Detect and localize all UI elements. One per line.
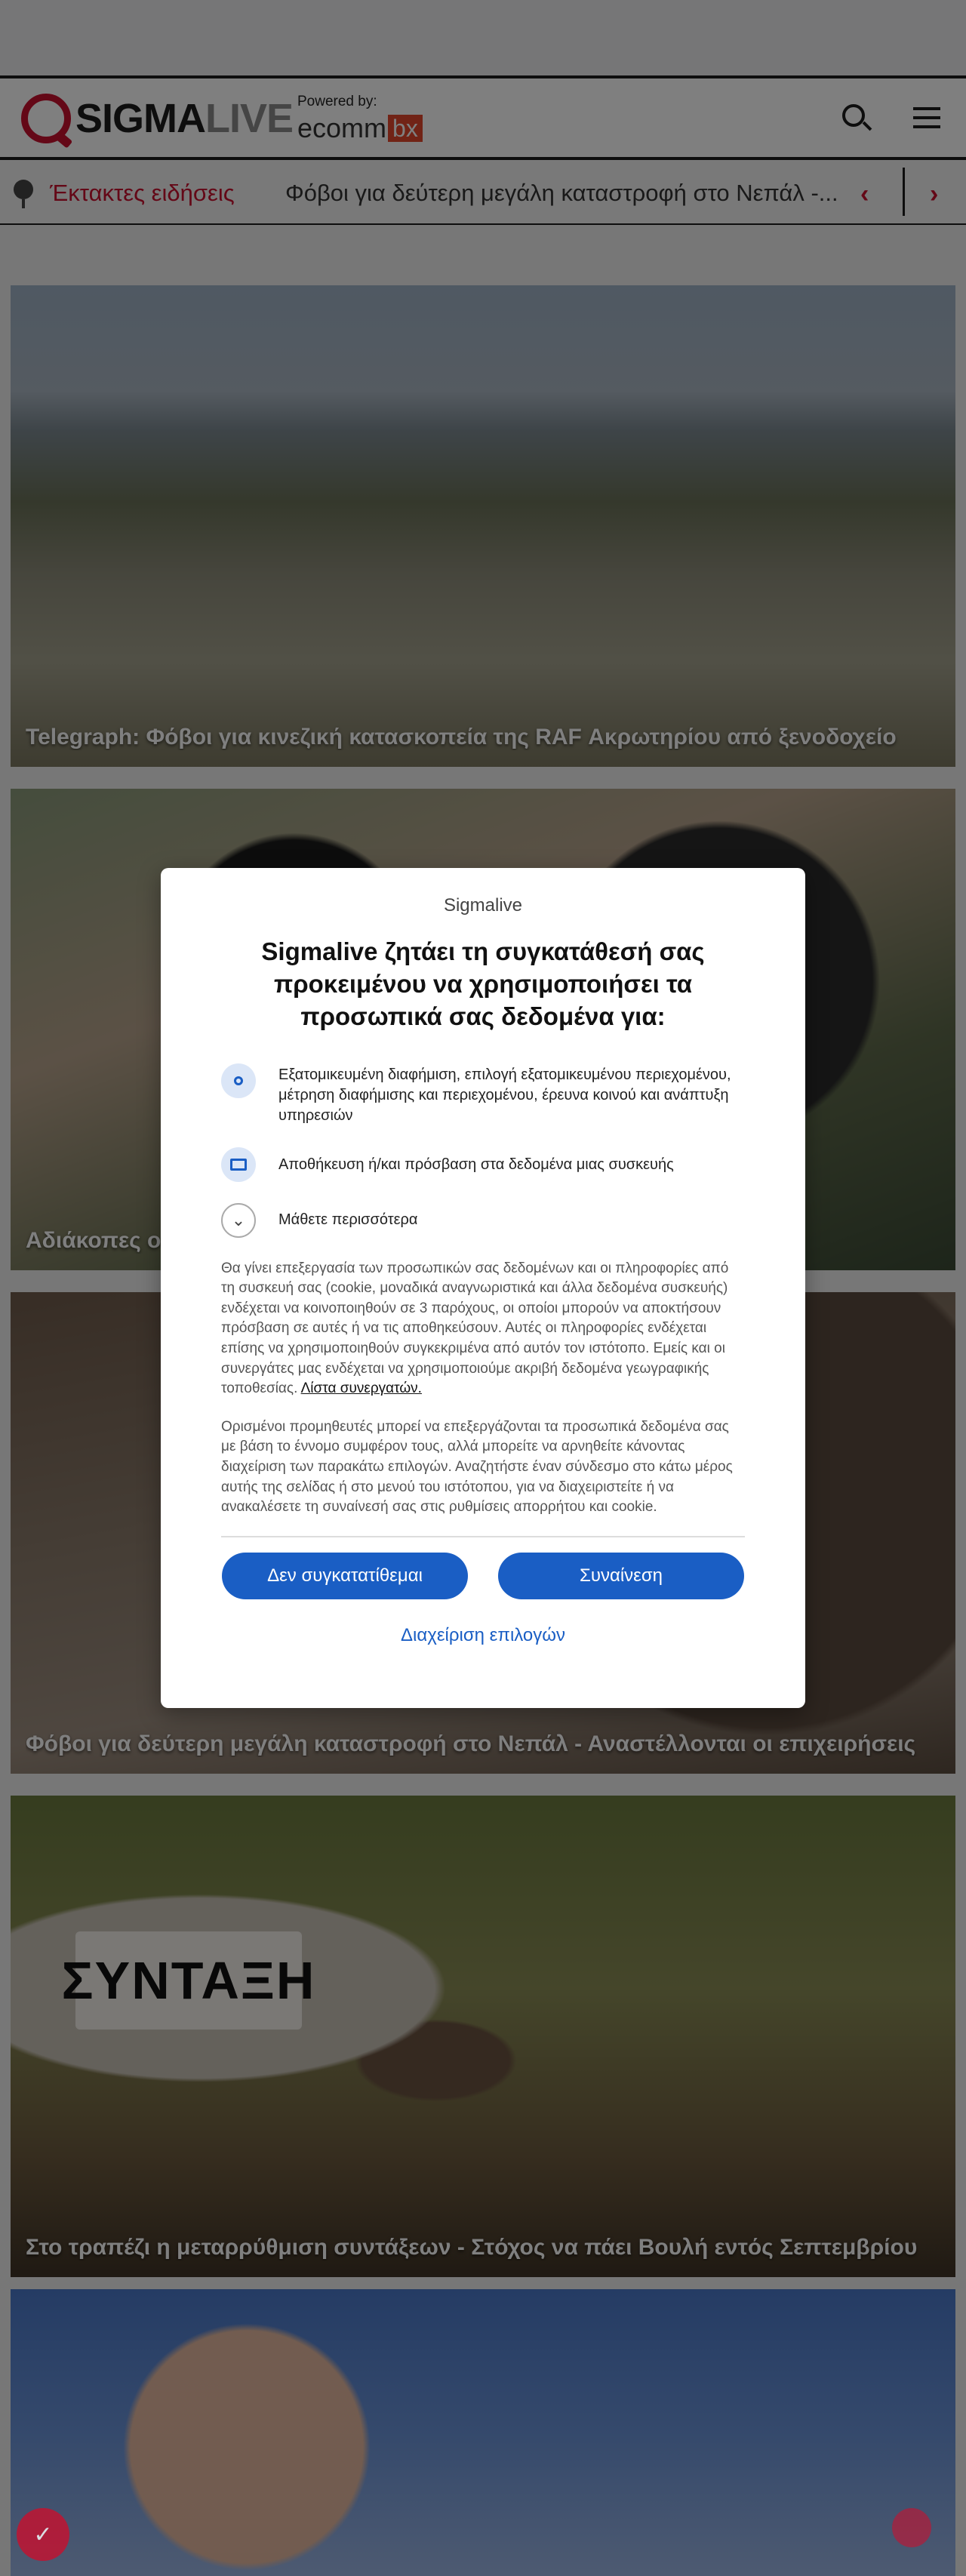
accept-button[interactable]: Συναίνεση: [498, 1552, 744, 1599]
learn-more-label[interactable]: Μάθετε περισσότερα: [278, 1211, 417, 1229]
cookie-settings-icon[interactable]: ✓: [17, 2508, 69, 2561]
manage-options-link[interactable]: Διαχείριση επιλογών: [221, 1625, 745, 1646]
purpose-text: Αποθήκευση ή/και πρόσβαση στα δεδομένα μ…: [278, 1156, 674, 1173]
consent-divider: [221, 1535, 745, 1537]
chevron-down-icon[interactable]: ⌄: [221, 1202, 256, 1238]
consent-body-text-2: Ορισμένοι προμηθευτές μπορεί να επεξεργά…: [221, 1418, 733, 1516]
reject-button[interactable]: Δεν συγκατατίθεμαι: [222, 1552, 468, 1599]
consent-brand: Sigmalive: [443, 895, 523, 916]
partners-list-link[interactable]: Λίστα συνεργατών.: [301, 1380, 422, 1396]
consent-dialog: Sigmalive Sigmalive ζητάει τη συγκατάθεσ…: [161, 868, 805, 1708]
device-icon: [221, 1146, 256, 1182]
consent-body-text: Θα γίνει επεξεργασία των προσωπικών σας …: [221, 1260, 729, 1397]
consent-purpose-item: Εξατομικευμένη διαφήμιση, επιλογή εξατομ…: [221, 1063, 745, 1126]
purpose-text: Εξατομικευμένη διαφήμιση, επιλογή εξατομ…: [278, 1066, 731, 1124]
chat-widget-icon[interactable]: [892, 2508, 931, 2547]
consent-purpose-item: Αποθήκευση ή/και πρόσβαση στα δεδομένα μ…: [221, 1146, 745, 1182]
consent-title: Sigmalive ζητάει τη συγκατάθεσή σας προκ…: [261, 937, 705, 1030]
user-icon: [221, 1063, 256, 1098]
learn-more-toggle[interactable]: ⌄ Μάθετε περισσότερα: [221, 1202, 745, 1238]
